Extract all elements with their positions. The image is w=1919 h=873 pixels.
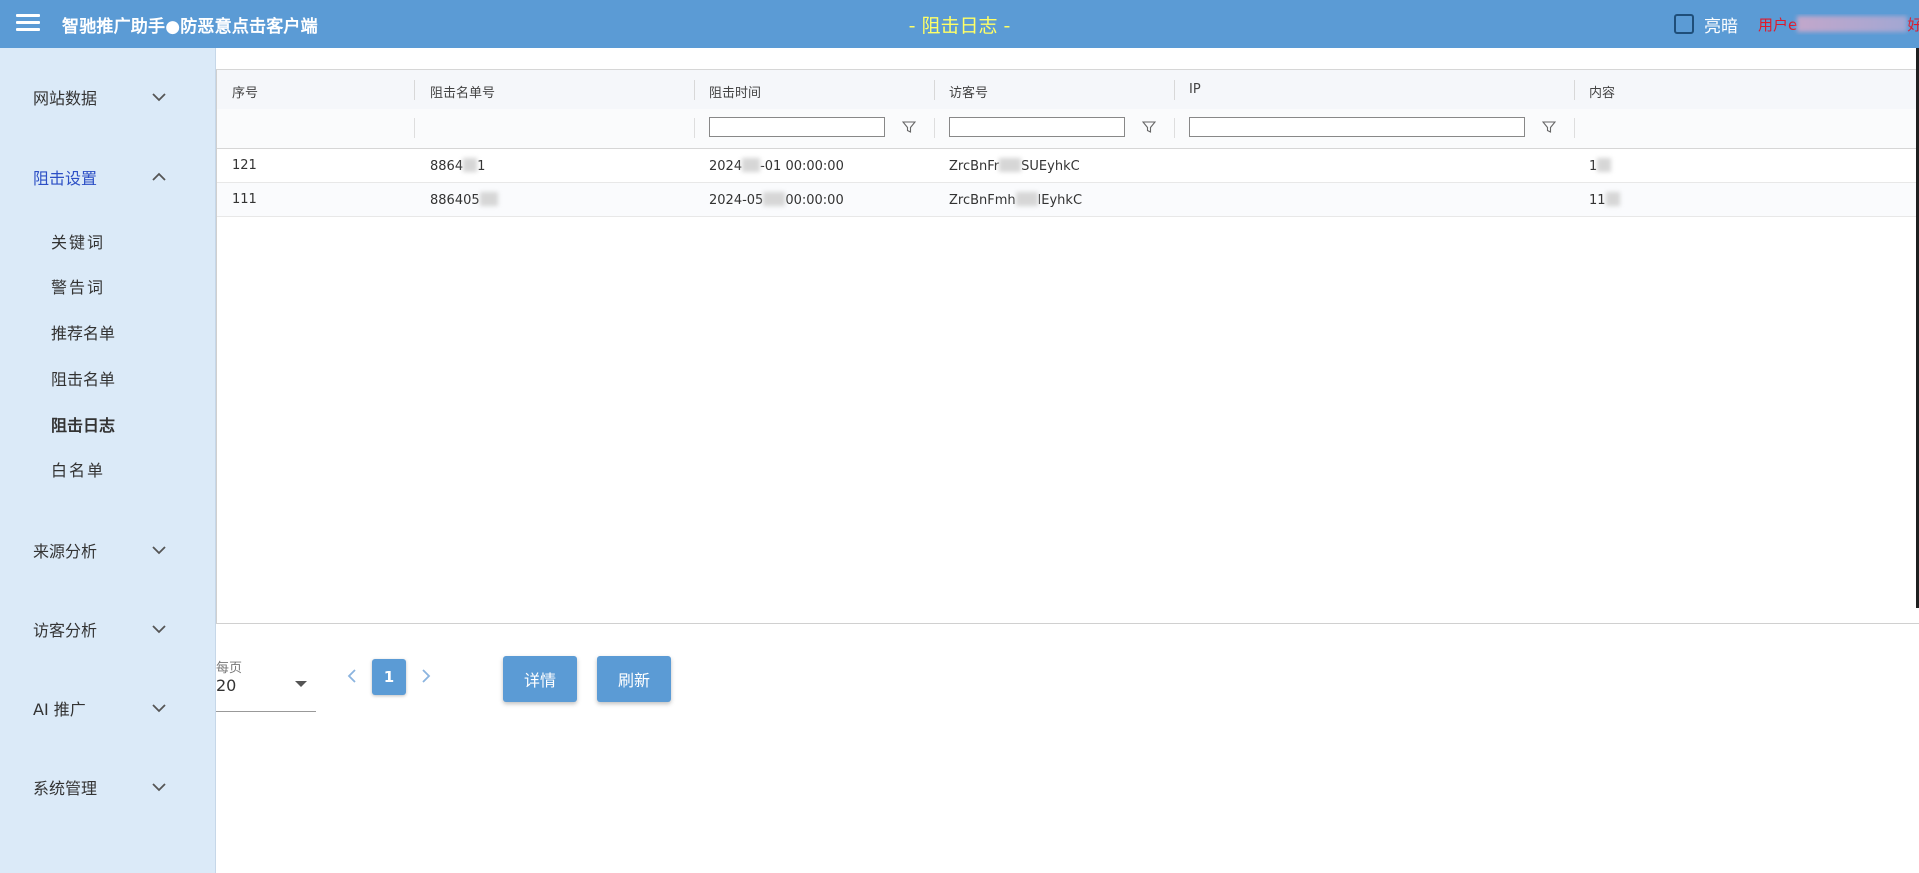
table-row[interactable]: 121 8864 1 2024 -01 00:00:00 ZrcBnFr SUEyhk… <box>217 149 1919 183</box>
filter-icon[interactable] <box>1141 119 1157 133</box>
user-greeting: 用户e 好! <box>1758 14 1919 35</box>
table-row[interactable]: 111 886405 2024-05 00:00:00 ZrcBnFmh lEyhk… <box>217 183 1919 217</box>
nav-group-system-admin[interactable]: 系统管理 <box>0 767 216 807</box>
nav-group-block-settings[interactable]: 阻击设置 <box>0 157 216 197</box>
redaction <box>999 158 1022 172</box>
chevron-right-icon[interactable] <box>418 668 434 684</box>
cell-text: 00:00:00 <box>785 193 844 208</box>
nav-group-label: 来源分析 <box>33 542 98 561</box>
column-header-visitor-id[interactable]: 访客号 <box>949 82 988 101</box>
cell-visitor-id: ZrcBnFr SUEyhkC <box>949 158 1080 174</box>
redaction <box>1605 192 1620 206</box>
nav-group-label: 系统管理 <box>33 779 98 798</box>
cell-text: SUEyhkC <box>1021 159 1080 174</box>
nav-group-label: 网站数据 <box>33 89 98 108</box>
cell-blocked-id: 886405 <box>430 192 498 208</box>
column-header-blocked-id[interactable]: 阻击名单号 <box>430 82 495 101</box>
cell-text: 1 <box>1589 159 1598 174</box>
chevron-down-icon <box>151 542 167 558</box>
page-size-value: 20 <box>216 676 237 695</box>
table-header: 序号 阻击名单号 阻击时间 访客号 IP 内容 <box>217 70 1919 110</box>
cell-visitor-id: ZrcBnFmh lEyhkC <box>949 192 1082 208</box>
caret-down-icon[interactable] <box>295 681 307 687</box>
main-content: 序号 阻击名单号 阻击时间 访客号 IP 内容 121 8864 1 2024 … <box>216 48 1919 873</box>
redaction <box>742 158 761 172</box>
user-prefix: 用户e <box>1758 16 1798 34</box>
cell-seq: 111 <box>232 192 257 207</box>
cell-text: 2024 <box>709 159 743 174</box>
cell-text: ZrcBnFmh <box>949 193 1016 208</box>
chevron-down-icon <box>151 621 167 637</box>
detail-button[interactable]: 详情 <box>503 656 577 702</box>
cell-seq: 121 <box>232 158 257 173</box>
chevron-left-icon[interactable] <box>344 668 360 684</box>
cell-text: 2024-05 <box>709 193 764 208</box>
cell-text: 11 <box>1589 193 1606 208</box>
chevron-down-icon <box>151 779 167 795</box>
nav-group-label: 访客分析 <box>33 621 98 640</box>
cell-text: 1 <box>477 159 486 174</box>
page-size-label: 每页 <box>216 661 243 676</box>
sidebar: 网站数据 阻击设置 关键词 警告词 推荐名单 阻击名单 阻击日志 白名单 来源分… <box>0 48 216 873</box>
ip-filter-input[interactable] <box>1189 117 1525 137</box>
chevron-up-icon <box>151 169 167 185</box>
menu-icon[interactable] <box>16 14 40 32</box>
page-size-select[interactable]: 每页 20 <box>216 657 316 712</box>
sidebar-item-block-list[interactable]: 阻击名单 <box>51 366 115 390</box>
filter-icon[interactable] <box>901 119 917 133</box>
theme-toggle[interactable]: 亮暗 <box>1674 12 1738 37</box>
cell-content: 11 <box>1589 192 1620 208</box>
page-number-current[interactable]: 1 <box>372 659 406 695</box>
filter-icon[interactable] <box>1541 119 1557 133</box>
nav-group-visitor-analysis[interactable]: 访客分析 <box>0 609 216 649</box>
redaction <box>763 192 786 206</box>
chevron-down-icon <box>151 700 167 716</box>
cell-text: 8864 <box>430 159 464 174</box>
nav-group-label: AI 推广 <box>33 700 86 719</box>
theme-checkbox[interactable] <box>1674 14 1694 34</box>
column-header-ip[interactable]: IP <box>1189 82 1201 97</box>
cell-text: lEyhkC <box>1037 193 1083 208</box>
cell-text: 886405 <box>430 193 480 208</box>
redaction <box>1015 192 1038 206</box>
nav-group-website-data[interactable]: 网站数据 <box>0 77 216 117</box>
sidebar-item-keywords[interactable]: 关键词 <box>51 229 105 253</box>
block-time-filter-input[interactable] <box>709 117 885 137</box>
sidebar-item-whitelist[interactable]: 白名单 <box>51 457 105 481</box>
cell-blocked-id: 8864 1 <box>430 158 485 174</box>
cell-block-time: 2024-05 00:00:00 <box>709 192 844 208</box>
top-bar: 智驰推广助手●防恶意点击客户端 - 阻击日志 - 亮暗 用户e好! <box>0 0 1919 48</box>
filter-row <box>217 109 1919 149</box>
visitor-id-filter-input[interactable] <box>949 117 1125 137</box>
refresh-button[interactable]: 刷新 <box>597 656 671 702</box>
column-header-seq[interactable]: 序号 <box>232 82 258 101</box>
nav-group-source-analysis[interactable]: 来源分析 <box>0 530 216 570</box>
redaction <box>463 158 478 172</box>
cell-content: 1 <box>1589 158 1612 174</box>
nav-group-ai-promotion[interactable]: AI 推广 <box>0 688 216 728</box>
cell-text: ZrcBnFr <box>949 159 1000 174</box>
redacted-username <box>1797 16 1908 32</box>
cell-block-time: 2024 -01 00:00:00 <box>709 158 844 174</box>
redaction <box>1597 158 1612 172</box>
sidebar-item-recommend-list[interactable]: 推荐名单 <box>51 320 115 344</box>
column-header-block-time[interactable]: 阻击时间 <box>709 82 761 101</box>
redaction <box>479 192 498 206</box>
theme-label: 亮暗 <box>1704 16 1738 37</box>
nav-group-label: 阻击设置 <box>33 169 98 188</box>
sidebar-item-warning-words[interactable]: 警告词 <box>51 274 105 298</box>
cell-text: -01 00:00:00 <box>760 159 844 174</box>
user-suffix: 好! <box>1907 16 1919 34</box>
chevron-down-icon <box>151 89 167 105</box>
column-header-content[interactable]: 内容 <box>1589 82 1615 101</box>
app-title: 智驰推广助手●防恶意点击客户端 <box>62 17 318 37</box>
block-log-table: 序号 阻击名单号 阻击时间 访客号 IP 内容 121 8864 1 2024 … <box>216 69 1919 624</box>
sidebar-item-block-log[interactable]: 阻击日志 <box>51 412 115 436</box>
